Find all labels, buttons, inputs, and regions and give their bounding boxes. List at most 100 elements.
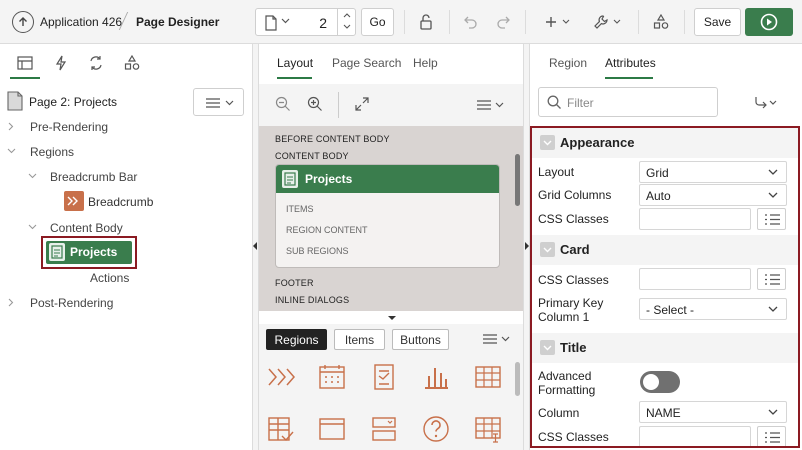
form-gallery-icon[interactable]: [369, 414, 399, 444]
page-number-stepper[interactable]: [337, 9, 355, 35]
primary-key-select[interactable]: - Select -: [639, 298, 787, 320]
tab-buttons[interactable]: Buttons: [392, 329, 449, 350]
collapse-section-icon[interactable]: [540, 242, 555, 257]
tab-help[interactable]: Help: [413, 56, 438, 70]
rendering-tab-icon[interactable]: [16, 54, 34, 72]
chart-gallery-icon[interactable]: [421, 362, 451, 392]
chevron-down-icon[interactable]: [28, 224, 37, 230]
css-classes-picker-button[interactable]: [757, 268, 786, 290]
tab-page-search[interactable]: Page Search: [332, 56, 401, 70]
position-content-body[interactable]: CONTENT BODY: [275, 151, 349, 161]
layout-select[interactable]: Grid: [639, 161, 787, 183]
create-menu-button[interactable]: [540, 10, 574, 34]
app-up-icon[interactable]: [12, 11, 34, 33]
slot-items[interactable]: ITEMS: [286, 204, 314, 214]
tree-menu-button[interactable]: [193, 88, 244, 116]
tree-item-content-body[interactable]: Content Body: [50, 221, 123, 235]
shared-components-icon[interactable]: [650, 10, 672, 34]
chevron-down-icon[interactable]: [343, 24, 351, 30]
tree-item-post-rendering[interactable]: Post-Rendering: [30, 296, 113, 310]
breadcrumb-gallery-icon[interactable]: [266, 362, 296, 392]
tree-item-pre-rendering[interactable]: Pre-Rendering: [30, 120, 108, 134]
collapse-palette-icon[interactable]: [388, 316, 396, 320]
chevron-down-icon[interactable]: [495, 102, 504, 108]
section-appearance-header[interactable]: Appearance: [532, 128, 798, 158]
undo-icon[interactable]: [460, 10, 482, 34]
top-toolbar: Application 426 Page Designer 2 Go Save: [0, 0, 802, 44]
tree-item-actions[interactable]: Actions: [90, 271, 129, 285]
column-select[interactable]: NAME: [639, 401, 787, 423]
section-card-header[interactable]: Card: [532, 235, 798, 265]
position-before-content-body[interactable]: BEFORE CONTENT BODY: [275, 134, 390, 144]
layout-scrollbar[interactable]: [515, 154, 520, 206]
tree-item-regions[interactable]: Regions: [30, 145, 74, 159]
page-number-input[interactable]: 2: [319, 15, 327, 31]
title-css-classes-input[interactable]: [639, 426, 751, 446]
region-card-title: Projects: [305, 172, 353, 186]
left-splitter[interactable]: [252, 44, 259, 450]
position-footer[interactable]: FOOTER: [275, 278, 314, 288]
save-button[interactable]: Save: [694, 8, 741, 36]
tab-items[interactable]: Items: [334, 329, 385, 350]
advanced-formatting-label-line-1: Advanced: [538, 369, 592, 383]
region-card-header[interactable]: Projects: [276, 165, 499, 193]
slot-region-content[interactable]: REGION CONTENT: [286, 225, 368, 235]
advanced-formatting-toggle[interactable]: [640, 371, 680, 393]
appearance-css-classes-input[interactable]: [639, 208, 751, 230]
section-title-header[interactable]: Title: [532, 333, 798, 363]
tab-attributes[interactable]: Attributes: [605, 56, 656, 70]
projects-region-card[interactable]: Projects ITEMS REGION CONTENT SUB REGION…: [275, 164, 500, 268]
chevron-up-icon[interactable]: [343, 12, 351, 18]
shared-components-tab-icon[interactable]: [123, 54, 141, 72]
calendar-gallery-icon[interactable]: [317, 362, 347, 392]
run-button[interactable]: [745, 8, 793, 36]
app-title-link[interactable]: Application 426: [40, 15, 122, 29]
collapse-left-icon[interactable]: [253, 242, 257, 250]
grid-columns-select[interactable]: Auto: [639, 184, 787, 206]
tab-regions[interactable]: Regions: [266, 329, 327, 350]
utilities-menu-button[interactable]: [590, 10, 624, 34]
lock-page-icon[interactable]: [415, 10, 437, 34]
interactive-grid-gallery-icon[interactable]: [473, 414, 503, 444]
grid-gallery-icon[interactable]: [473, 362, 503, 392]
css-classes-picker-button[interactable]: [757, 426, 786, 446]
tree-item-breadcrumb-bar[interactable]: Breadcrumb Bar: [50, 170, 137, 184]
chevron-right-icon[interactable]: [8, 298, 14, 307]
hamburger-icon[interactable]: [477, 100, 491, 110]
slot-sub-regions[interactable]: SUB REGIONS: [286, 246, 349, 256]
zoom-out-icon[interactable]: [275, 96, 291, 112]
chevron-down-icon[interactable]: [281, 18, 290, 24]
help-gallery-icon[interactable]: [421, 414, 451, 444]
chevron-down-icon[interactable]: [501, 336, 510, 342]
window-gallery-icon[interactable]: [317, 414, 347, 444]
page-selector[interactable]: 2: [255, 8, 356, 36]
gallery-scrollbar[interactable]: [515, 362, 520, 396]
page-title[interactable]: Page 2: Projects: [29, 95, 117, 109]
expand-icon[interactable]: [355, 97, 369, 111]
position-inline-dialogs[interactable]: INLINE DIALOGS: [275, 295, 349, 305]
tree-item-breadcrumb[interactable]: Breadcrumb: [88, 195, 153, 209]
collapse-section-icon[interactable]: [540, 340, 555, 355]
chevron-down-icon[interactable]: [7, 148, 16, 154]
hamburger-icon[interactable]: [483, 334, 497, 344]
checklist-gallery-icon[interactable]: [266, 414, 296, 444]
redo-icon[interactable]: [492, 10, 514, 34]
dynamic-actions-tab-icon[interactable]: [52, 54, 70, 72]
go-to-group-icon[interactable]: [754, 96, 778, 110]
chevron-right-icon[interactable]: [8, 122, 14, 131]
tab-region[interactable]: Region: [549, 56, 587, 70]
card-gallery-icon[interactable]: [369, 362, 399, 392]
chevron-down-icon[interactable]: [28, 173, 37, 179]
zoom-in-icon[interactable]: [307, 96, 323, 112]
card-css-classes-input[interactable]: [639, 268, 751, 290]
right-splitter[interactable]: [523, 44, 530, 450]
filter-input[interactable]: Filter: [538, 87, 718, 117]
go-button[interactable]: Go: [361, 8, 394, 36]
collapse-right-icon[interactable]: [525, 242, 529, 250]
processing-tab-icon[interactable]: [87, 54, 105, 72]
css-classes-picker-button[interactable]: [757, 208, 786, 230]
collapse-section-icon[interactable]: [540, 135, 555, 150]
tab-layout[interactable]: Layout: [277, 56, 313, 70]
projects-region-node[interactable]: Projects: [46, 241, 132, 264]
tree-item-projects-selected[interactable]: Projects: [41, 236, 137, 269]
